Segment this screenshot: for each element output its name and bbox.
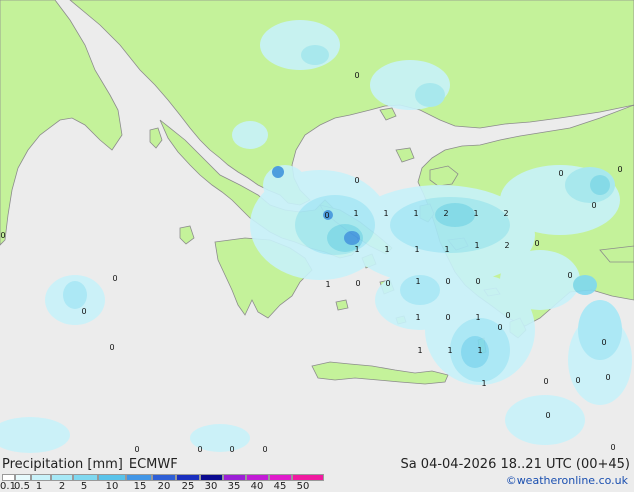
precip-value-label: 0	[591, 201, 596, 210]
precip-value-label: 1	[413, 209, 418, 218]
precip-value-label: 0	[355, 279, 360, 288]
scale-tick-label: 10	[105, 481, 119, 492]
precip-value-label: 0	[617, 165, 622, 174]
product-label: Precipitation [mm]	[2, 457, 123, 472]
precip-value-label: 0	[109, 343, 114, 352]
precip-value-label: 1	[354, 245, 359, 254]
precip-value-label: 0	[605, 373, 610, 382]
precip-value-label: 0	[558, 169, 563, 178]
precip-value-label: 0	[229, 445, 234, 454]
precipitation-map: 0001112121111120000001001000101011110000…	[0, 0, 634, 454]
precip-value-label: 1	[447, 346, 452, 355]
scale-swatch	[73, 474, 98, 481]
precip-value-label: 1	[475, 313, 480, 322]
scale-tick-label: 1	[35, 481, 43, 492]
precip-value-label: 1	[353, 209, 358, 218]
precip-value-label: 0	[505, 311, 510, 320]
precip-value-label: 1	[415, 313, 420, 322]
scale-tick-label: 50	[296, 481, 310, 492]
footer: Precipitation [mm] ECMWF Sa 04-04-2026 18…	[0, 454, 634, 492]
scale-tick-label: 20	[157, 481, 171, 492]
scale-tick-label: 35	[227, 481, 241, 492]
precip-value-label: 1	[417, 346, 422, 355]
precip-value-label: 0	[445, 313, 450, 322]
precip-value-label: 0	[545, 411, 550, 420]
scale-tick-label: 0.5	[14, 481, 30, 492]
precip-value-label: 0	[134, 445, 139, 454]
scale-tick-label: 45	[273, 481, 287, 492]
credit-link[interactable]: ©weatheronline.co.uk	[506, 474, 628, 487]
scale-tick-label: 2	[58, 481, 66, 492]
precip-value-label: 0	[354, 176, 359, 185]
scale-swatch	[291, 474, 324, 481]
precip-value-label: 1	[481, 379, 486, 388]
precip-value-label: 2	[504, 241, 509, 250]
color-scale-legend: 0.1 0.5 1 2 5 10 15 20 25 30 35 40 45 50	[0, 474, 332, 492]
precip-value-label: 0	[475, 277, 480, 286]
precip-value-label: 1	[444, 245, 449, 254]
scale-tick-label: 25	[181, 481, 195, 492]
precip-value-label: 0	[354, 71, 359, 80]
precip-value-label: 0	[197, 445, 202, 454]
scale-tick-label: 15	[133, 481, 147, 492]
valid-time: Sa 04-04-2026 18..21 UTC (00+45)	[400, 457, 630, 472]
precip-value-label: 2	[443, 209, 448, 218]
land-milos	[335, 299, 349, 311]
scale-swatch	[245, 474, 269, 481]
precip-value-label: 0	[0, 231, 5, 240]
precip-value-label: 2	[503, 209, 508, 218]
precip-value-label: 1	[473, 209, 478, 218]
precip-value-label: 0	[497, 323, 502, 332]
precip-value-label: 1	[474, 241, 479, 250]
scale-swatch	[15, 474, 31, 481]
precip-value-label: 0	[601, 338, 606, 347]
precip-value-label: 0	[567, 271, 572, 280]
model-label: ECMWF	[128, 457, 178, 472]
scale-swatch	[152, 474, 176, 481]
precip-value-label: 0	[112, 274, 117, 283]
precip-value-label: 0	[385, 279, 390, 288]
precip-value-label: 0	[445, 277, 450, 286]
scale-swatch	[30, 474, 51, 481]
scale-tick-label: 5	[80, 481, 88, 492]
precip-value-label: 1	[325, 280, 330, 289]
precip-value-label: 1	[477, 346, 482, 355]
precip-value-label: 0	[324, 211, 329, 220]
precip-value-label: 1	[414, 245, 419, 254]
scale-swatch	[2, 474, 15, 481]
scale-swatch	[199, 474, 223, 481]
precip-value-label: 1	[415, 277, 420, 286]
scale-swatch	[176, 474, 200, 481]
precip-value-label: 0	[262, 445, 267, 454]
scale-tick-label: 40	[250, 481, 264, 492]
precip-value-label: 0	[81, 307, 86, 316]
scale-swatch	[50, 474, 73, 481]
scale-swatch	[98, 474, 126, 481]
scale-tick-label: 30	[204, 481, 218, 492]
precip-value-label: 1	[383, 209, 388, 218]
scale-swatch	[268, 474, 292, 481]
precip-value-label: 1	[384, 245, 389, 254]
precip-value-label: 0	[543, 377, 548, 386]
scale-swatch	[126, 474, 152, 481]
scale-swatch	[222, 474, 246, 481]
precip-value-label: 0	[534, 239, 539, 248]
precip-value-label: 0	[575, 376, 580, 385]
product-title: Precipitation [mm] ECMWF	[2, 457, 178, 472]
precip-value-label: 0	[610, 443, 615, 452]
